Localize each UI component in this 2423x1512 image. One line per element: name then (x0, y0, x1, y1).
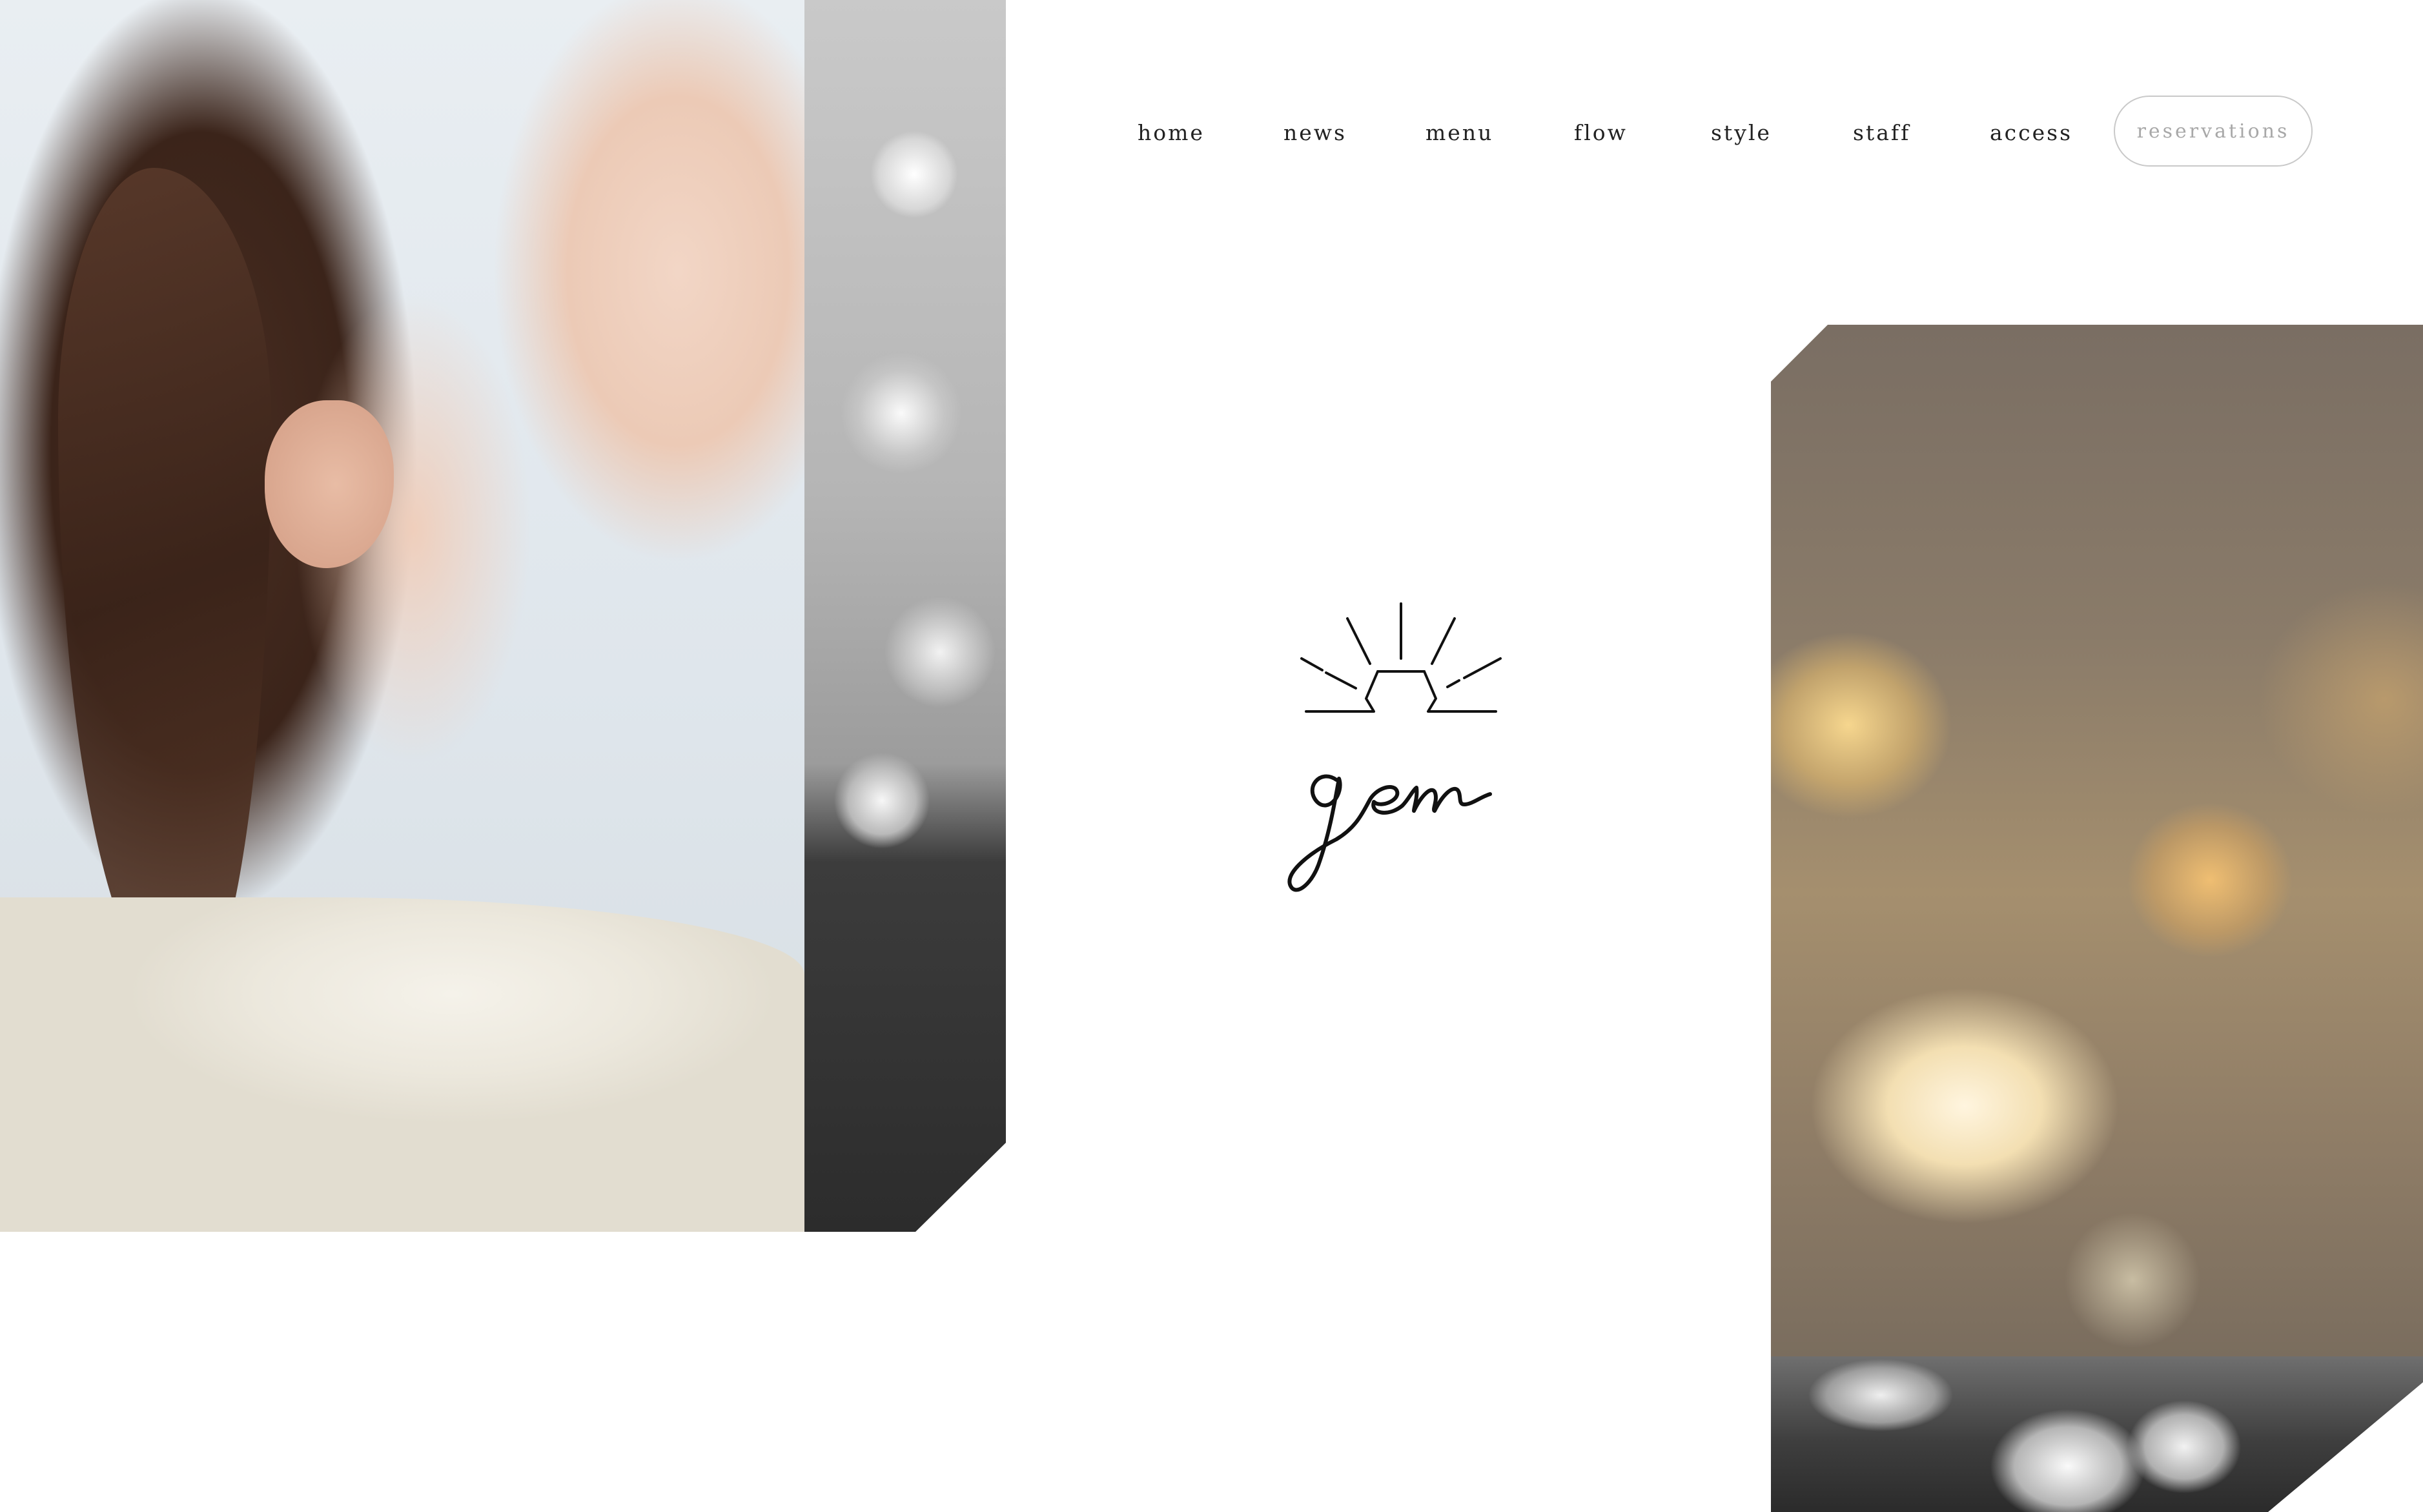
nav-item-access[interactable]: access (1990, 120, 2072, 145)
lace-dress (0, 897, 804, 1232)
crystal-photo-bottom (1771, 1356, 2423, 1512)
gem-logo[interactable]: gem (1259, 594, 1524, 904)
crystal-strip-photo (804, 0, 1006, 1232)
hero-image-left (0, 0, 1006, 1232)
nav-item-style[interactable]: style (1711, 120, 1772, 145)
hero-image-right (1771, 325, 2423, 1512)
nav-item-news[interactable]: news (1283, 120, 1347, 145)
bokeh-light-photo (1771, 325, 2423, 1356)
nav-item-flow[interactable]: flow (1574, 120, 1628, 145)
gem-logo-mark (1287, 602, 1502, 892)
nav-item-staff[interactable]: staff (1853, 120, 1910, 145)
nav-item-home[interactable]: home (1138, 120, 1205, 145)
page: home news menu flow style staff access r… (0, 0, 2423, 1512)
nav-item-menu[interactable]: menu (1426, 120, 1493, 145)
reservations-button[interactable]: reservations (2114, 96, 2313, 167)
